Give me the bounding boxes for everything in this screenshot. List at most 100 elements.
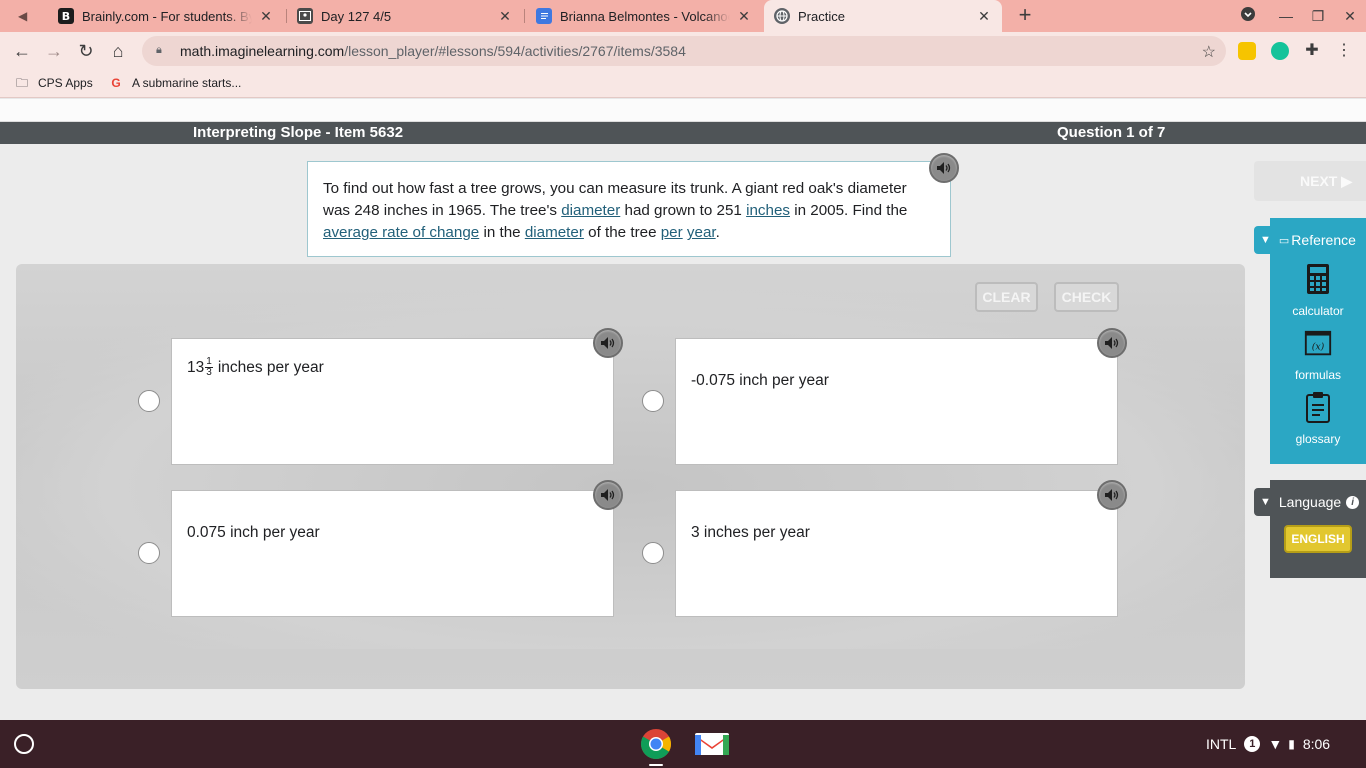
close-icon[interactable]: ✕	[736, 8, 752, 24]
restore-icon[interactable]: ❐	[1308, 6, 1328, 26]
formulas-tool[interactable]: (x) formulas	[1270, 329, 1366, 382]
wifi-icon: ▼	[1268, 736, 1283, 752]
answer-choice-a[interactable]: 13 1 3 inches per year	[171, 338, 614, 465]
formulas-icon: (x)	[1304, 330, 1332, 356]
calculator-label: calculator	[1292, 304, 1344, 318]
language-toggle[interactable]: ▼ Language i	[1254, 488, 1366, 516]
choice-d-audio-button[interactable]	[1097, 480, 1127, 510]
svg-text:(x): (x)	[1312, 342, 1325, 353]
choice-c-radio[interactable]	[138, 542, 160, 564]
close-icon[interactable]: ✕	[497, 8, 513, 24]
clear-button[interactable]: CLEAR	[975, 282, 1038, 312]
choice-d-radio[interactable]	[642, 542, 664, 564]
triangle-down-icon: ▼	[1260, 496, 1271, 508]
prompt-text: in the	[479, 224, 525, 241]
clock-time: 8:06	[1302, 736, 1331, 752]
active-app-indicator	[649, 764, 663, 766]
choice-label: 3 inches per year	[691, 524, 810, 541]
choice-c-audio-button[interactable]	[593, 480, 623, 510]
classroom-icon	[297, 8, 313, 24]
new-tab-icon[interactable]: +	[1014, 4, 1036, 27]
glossary-link-diameter-2[interactable]: diameter	[525, 224, 584, 241]
glossary-label: glossary	[1295, 432, 1341, 446]
tab-title: Day 127 4/5	[321, 8, 392, 24]
bookmark-submarine[interactable]: G A submarine starts...	[109, 76, 241, 90]
speaker-icon	[601, 337, 615, 349]
bookmark-cps-apps[interactable]: 🗀 CPS Apps	[15, 76, 93, 90]
tab-title: Practice	[798, 8, 845, 24]
glossary-link-per[interactable]: per	[661, 224, 683, 241]
fraction: 1 3	[205, 357, 213, 378]
lesson-page: Interpreting Slope - Item 5632 Question …	[0, 99, 1366, 720]
minimize-icon[interactable]: —	[1276, 6, 1296, 26]
prompt-audio-button[interactable]	[929, 153, 959, 183]
choice-b-audio-button[interactable]	[1097, 328, 1127, 358]
reference-label: Reference	[1291, 232, 1356, 248]
tab-search-icon[interactable]	[1238, 6, 1258, 26]
answer-choice-c[interactable]: 0.075 inch per year	[171, 490, 614, 617]
tab-practice[interactable]: Practice ✕	[764, 0, 1002, 32]
prompt-text: .	[715, 224, 720, 241]
check-button[interactable]: CHECK	[1054, 282, 1119, 312]
formulas-label: formulas	[1294, 368, 1341, 382]
answer-choice-b[interactable]: -0.075 inch per year	[675, 338, 1118, 465]
tab-volcanoes-notes[interactable]: Brianna Belmontes - Volcanoes Notes ✕	[526, 0, 762, 32]
back-icon[interactable]: ←	[12, 41, 32, 61]
lock-icon[interactable]: 🔒︎	[156, 44, 170, 58]
close-icon[interactable]: ✕	[258, 8, 274, 24]
next-button[interactable]: NEXT ▶	[1254, 161, 1366, 201]
choice-a-audio-button[interactable]	[593, 328, 623, 358]
tab-title: Brainly.com - For students. By students	[82, 8, 252, 24]
choice-label: 0.075 inch per year	[187, 524, 320, 541]
browser-toolbar: ← → ↻ ⌂ 🔒︎ math.imaginelearning.com/less…	[0, 32, 1366, 70]
forward-icon[interactable]: →	[44, 41, 64, 61]
choice-a-radio[interactable]	[138, 390, 160, 412]
tab-day-127[interactable]: Day 127 4/5 ✕	[287, 0, 523, 32]
glossary-link-inches[interactable]: inches	[746, 202, 790, 219]
info-icon[interactable]: i	[1346, 495, 1360, 509]
calculator-tool[interactable]: calculator	[1270, 263, 1366, 318]
menu-kebab-icon[interactable]: ⋮	[1335, 42, 1353, 60]
address-bar[interactable]: 🔒︎ math.imaginelearning.com/lesson_playe…	[142, 36, 1226, 66]
speaker-icon	[1105, 489, 1119, 501]
glossary-link-average-rate-of-change[interactable]: average rate of change	[323, 224, 479, 241]
os-taskbar: INTL 1 ▼ ▮ 8:06	[0, 720, 1366, 768]
url-path: /lesson_player/#lessons/594/activities/2…	[344, 43, 686, 59]
tab-brainly[interactable]: B Brainly.com - For students. By student…	[48, 0, 284, 32]
speaker-icon	[601, 489, 615, 501]
gmail-icon[interactable]	[694, 731, 730, 757]
brainly-favicon-icon: B	[58, 8, 74, 24]
speaker-icon	[1105, 337, 1119, 349]
window-close-icon[interactable]: ✕	[1340, 6, 1360, 26]
reload-icon[interactable]: ↻	[76, 41, 96, 61]
tab-title: Brianna Belmontes - Volcanoes Notes	[560, 8, 730, 24]
chrome-icon[interactable]	[640, 728, 672, 760]
triangle-down-icon: ▼	[1260, 234, 1271, 246]
docs-icon	[536, 8, 552, 24]
bookmark-star-icon[interactable]: ☆	[1202, 42, 1216, 62]
choice-label: inches per year	[217, 358, 324, 376]
answer-choice-d[interactable]: 3 inches per year	[675, 490, 1118, 617]
tab-scroll-left-icon[interactable]: ◀	[18, 8, 34, 24]
home-icon[interactable]: ⌂	[108, 41, 128, 61]
bookmarks-bar: 🗀 CPS Apps G A submarine starts...	[0, 70, 1366, 98]
choice-b-radio[interactable]	[642, 390, 664, 412]
question-prompt: To find out how fast a tree grows, you c…	[307, 161, 951, 257]
prompt-text: of the tree	[583, 224, 661, 241]
glossary-link-year[interactable]: year	[687, 224, 716, 241]
english-language-button[interactable]: ENGLISH	[1284, 525, 1352, 553]
close-icon[interactable]: ✕	[976, 8, 992, 24]
launcher-icon[interactable]	[14, 734, 34, 754]
lesson-title: Interpreting Slope - Item 5632	[193, 124, 404, 141]
glossary-tool[interactable]: glossary	[1270, 391, 1366, 446]
extension-shield-icon[interactable]	[1238, 42, 1256, 60]
extensions-puzzle-icon[interactable]: ✚	[1303, 42, 1321, 60]
tab-divider	[524, 9, 525, 23]
glossary-link-diameter[interactable]: diameter	[561, 202, 620, 219]
prompt-text: had grown to 251	[620, 202, 747, 219]
choice-text: 13 1 3 inches per year	[187, 357, 324, 378]
reference-toggle[interactable]: ▼ ▭ Reference	[1254, 226, 1366, 254]
speaker-icon	[937, 162, 951, 174]
grammarly-icon[interactable]	[1271, 42, 1289, 60]
system-tray[interactable]: INTL 1 ▼ ▮ 8:06	[1206, 733, 1330, 755]
